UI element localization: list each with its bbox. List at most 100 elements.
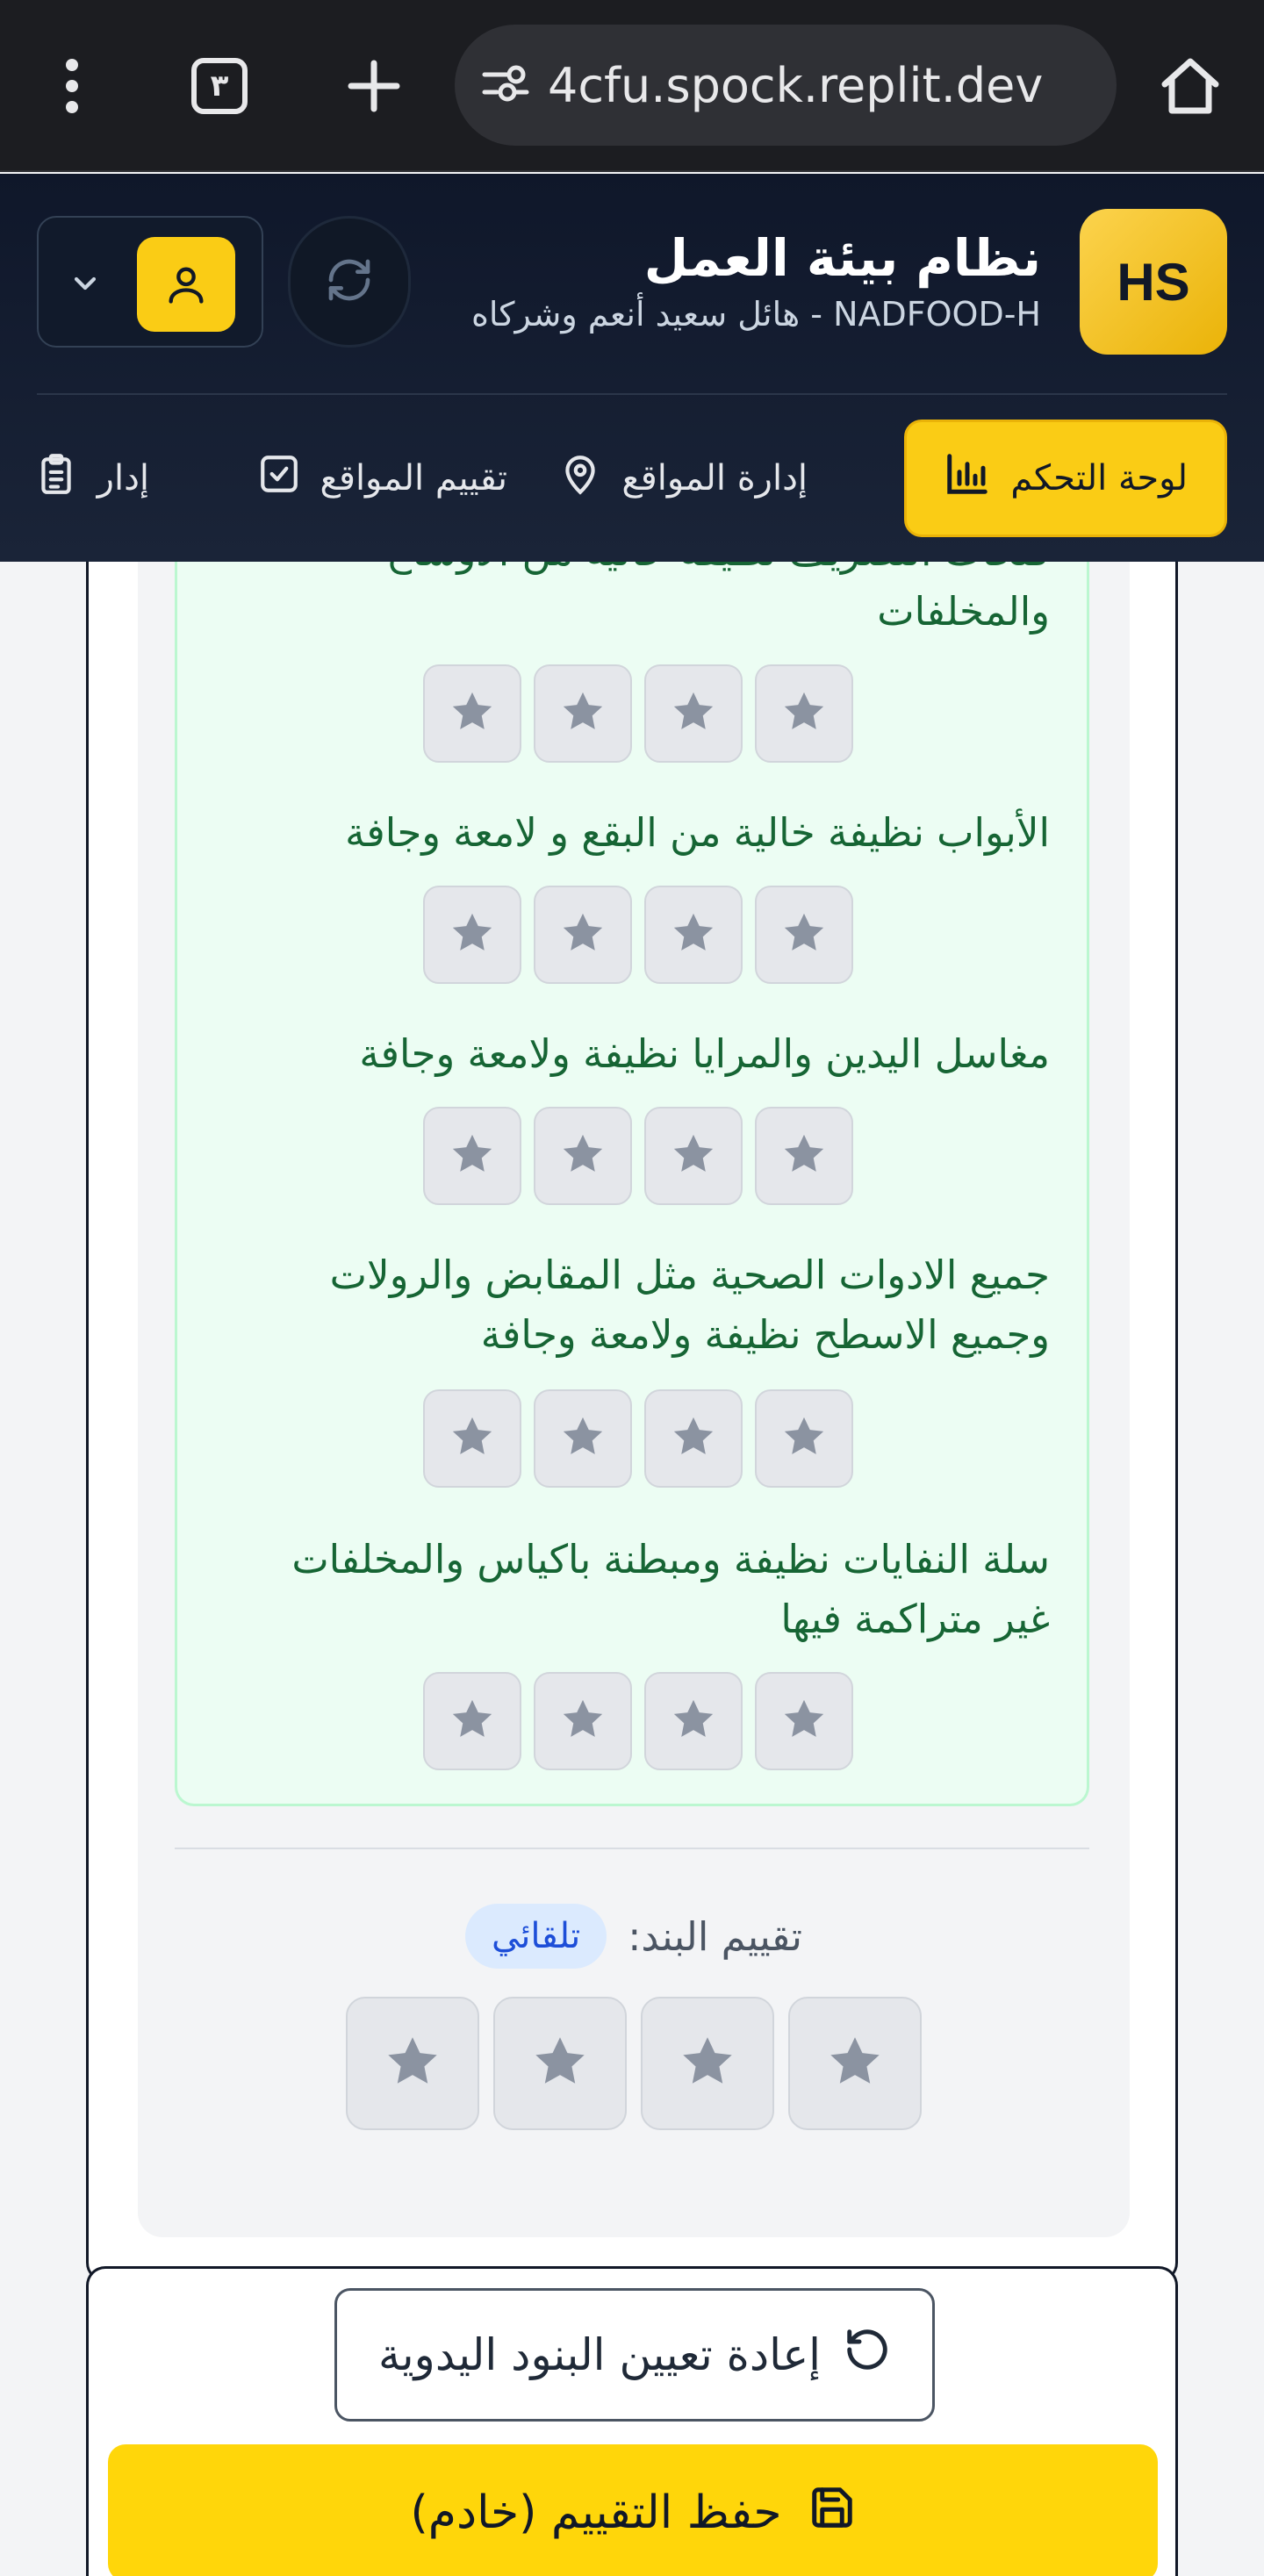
star-icon [529, 2031, 591, 2096]
star-icon [558, 1695, 607, 1747]
star-icon [558, 687, 607, 740]
star-button[interactable] [423, 1389, 521, 1488]
new-tab-icon[interactable] [330, 42, 418, 130]
evaluation-item-section: فتحات التصريف نظيفة خالية من الاوساخ وال… [138, 562, 1130, 2237]
app-title: نظام بيئة العمل [643, 228, 1041, 288]
big-star-button[interactable] [641, 1997, 774, 2130]
save-label: حفظ التقييم (خادم) [410, 2486, 782, 2539]
star-button[interactable] [644, 1389, 743, 1488]
star-button[interactable] [423, 1107, 521, 1205]
nav-label: لوحة التحكم [1010, 458, 1188, 499]
star-icon [669, 908, 718, 961]
star-button[interactable] [755, 1672, 853, 1770]
big-star-button[interactable] [788, 1997, 922, 2130]
address-bar[interactable]: 4cfu.spock.replit.dev [455, 25, 1117, 146]
check-square-icon [257, 452, 301, 505]
action-panel: إعادة تعيين البنود اليدوية حفظ التقييم (… [86, 2266, 1178, 2576]
star-icon [558, 1412, 607, 1465]
star-button[interactable] [755, 1389, 853, 1488]
divider [175, 1848, 1089, 1849]
star-icon [669, 1695, 718, 1747]
app-header: HS نظام بيئة العمل NADFOOD-H - هائل سعيد… [0, 174, 1264, 562]
clipboard-list-icon [34, 452, 78, 505]
chevron-down-icon [63, 262, 107, 305]
star-icon [669, 1130, 718, 1182]
big-star-button[interactable] [346, 1997, 479, 2130]
main-nav: لوحة التحكم إدارة المواقع تقييم المواقع … [0, 420, 1264, 537]
star-icon [669, 687, 718, 740]
star-icon [448, 1412, 497, 1465]
star-icon [448, 1130, 497, 1182]
reset-manual-items-button[interactable]: إعادة تعيين البنود اليدوية [334, 2288, 935, 2422]
item-rating-stars [138, 1997, 1130, 2130]
home-icon[interactable] [1146, 42, 1234, 130]
star-button[interactable] [644, 886, 743, 984]
user-menu-button[interactable] [37, 216, 263, 348]
star-button[interactable] [534, 1672, 632, 1770]
url-text: 4cfu.spock.replit.dev [548, 57, 1044, 113]
star-button[interactable] [644, 1672, 743, 1770]
star-button[interactable] [755, 664, 853, 763]
nav-label: إدارة المواقع [621, 458, 808, 499]
bar-chart-icon [944, 450, 991, 506]
refresh-icon [325, 255, 374, 308]
map-pin-icon [558, 452, 602, 505]
star-icon [558, 908, 607, 961]
criterion-label: مغاسل اليدين والمرايا نظيفة ولامعة وجافة [359, 1030, 1050, 1077]
criterion-label: جميع الادوات الصحية مثل المقابض والرولات… [329, 1252, 1050, 1358]
criterion-label: فتحات التصريف نظيفة خالية من الاوساخ وال… [386, 562, 1050, 635]
star-button[interactable] [423, 1672, 521, 1770]
big-star-button[interactable] [493, 1997, 627, 2130]
star-button[interactable] [755, 1107, 853, 1205]
save-icon [808, 2484, 856, 2543]
app-subtitle: NADFOOD-H - هائل سعيد أنعم وشركاه [470, 295, 1041, 334]
criterion-stars [423, 1672, 853, 1770]
nav-item-sites[interactable]: إدارة المواقع [558, 420, 808, 537]
star-button[interactable] [534, 1389, 632, 1488]
star-button[interactable] [423, 664, 521, 763]
criteria-list: فتحات التصريف نظيفة خالية من الاوساخ وال… [175, 562, 1089, 1806]
star-icon [448, 687, 497, 740]
nav-label: تقييم المواقع [320, 458, 507, 499]
more-menu-icon[interactable] [28, 42, 116, 130]
star-icon [448, 1695, 497, 1747]
browser-toolbar: ٣ 4cfu.spock.replit.dev [0, 0, 1264, 172]
criterion-stars [423, 1389, 853, 1488]
star-button[interactable] [644, 664, 743, 763]
reset-label: إعادة تعيين البنود اليدوية [377, 2329, 822, 2380]
refresh-button[interactable] [288, 216, 411, 348]
star-icon [382, 2031, 443, 2096]
star-icon [558, 1130, 607, 1182]
header-divider [37, 393, 1227, 395]
criterion-stars [423, 886, 853, 984]
nav-item-site-evaluation[interactable]: تقييم المواقع [257, 420, 507, 537]
criterion-stars [423, 1107, 853, 1205]
star-icon [779, 687, 829, 740]
star-icon [448, 908, 497, 961]
star-icon [779, 1412, 829, 1465]
star-button[interactable] [534, 886, 632, 984]
star-icon [779, 1695, 829, 1747]
criterion-stars [423, 664, 853, 763]
nav-item-management[interactable]: إدار [34, 420, 149, 537]
rotate-ccw-icon [844, 2326, 891, 2384]
star-button[interactable] [534, 664, 632, 763]
nav-label: إدار [97, 458, 149, 499]
user-icon [137, 237, 235, 332]
criterion-label: الأبواب نظيفة خالية من البقع و لامعة وجا… [345, 809, 1050, 856]
star-button[interactable] [534, 1107, 632, 1205]
evaluation-card: فتحات التصريف نظيفة خالية من الاوساخ وال… [86, 562, 1178, 2282]
star-button[interactable] [755, 886, 853, 984]
star-icon [824, 2031, 886, 2096]
nav-item-dashboard[interactable]: لوحة التحكم [904, 420, 1227, 537]
site-settings-icon[interactable] [481, 62, 530, 108]
star-button[interactable] [423, 886, 521, 984]
star-button[interactable] [644, 1107, 743, 1205]
auto-badge: تلقائي [464, 1904, 607, 1969]
save-evaluation-button[interactable]: حفظ التقييم (خادم) [108, 2444, 1158, 2576]
star-icon [779, 1130, 829, 1182]
star-icon [779, 908, 829, 961]
logo: HS [1080, 209, 1227, 355]
criterion-label: سلة النفايات نظيفة ومبطنة باكياس والمخلف… [291, 1536, 1050, 1642]
tabs-icon[interactable]: ٣ [176, 42, 263, 130]
